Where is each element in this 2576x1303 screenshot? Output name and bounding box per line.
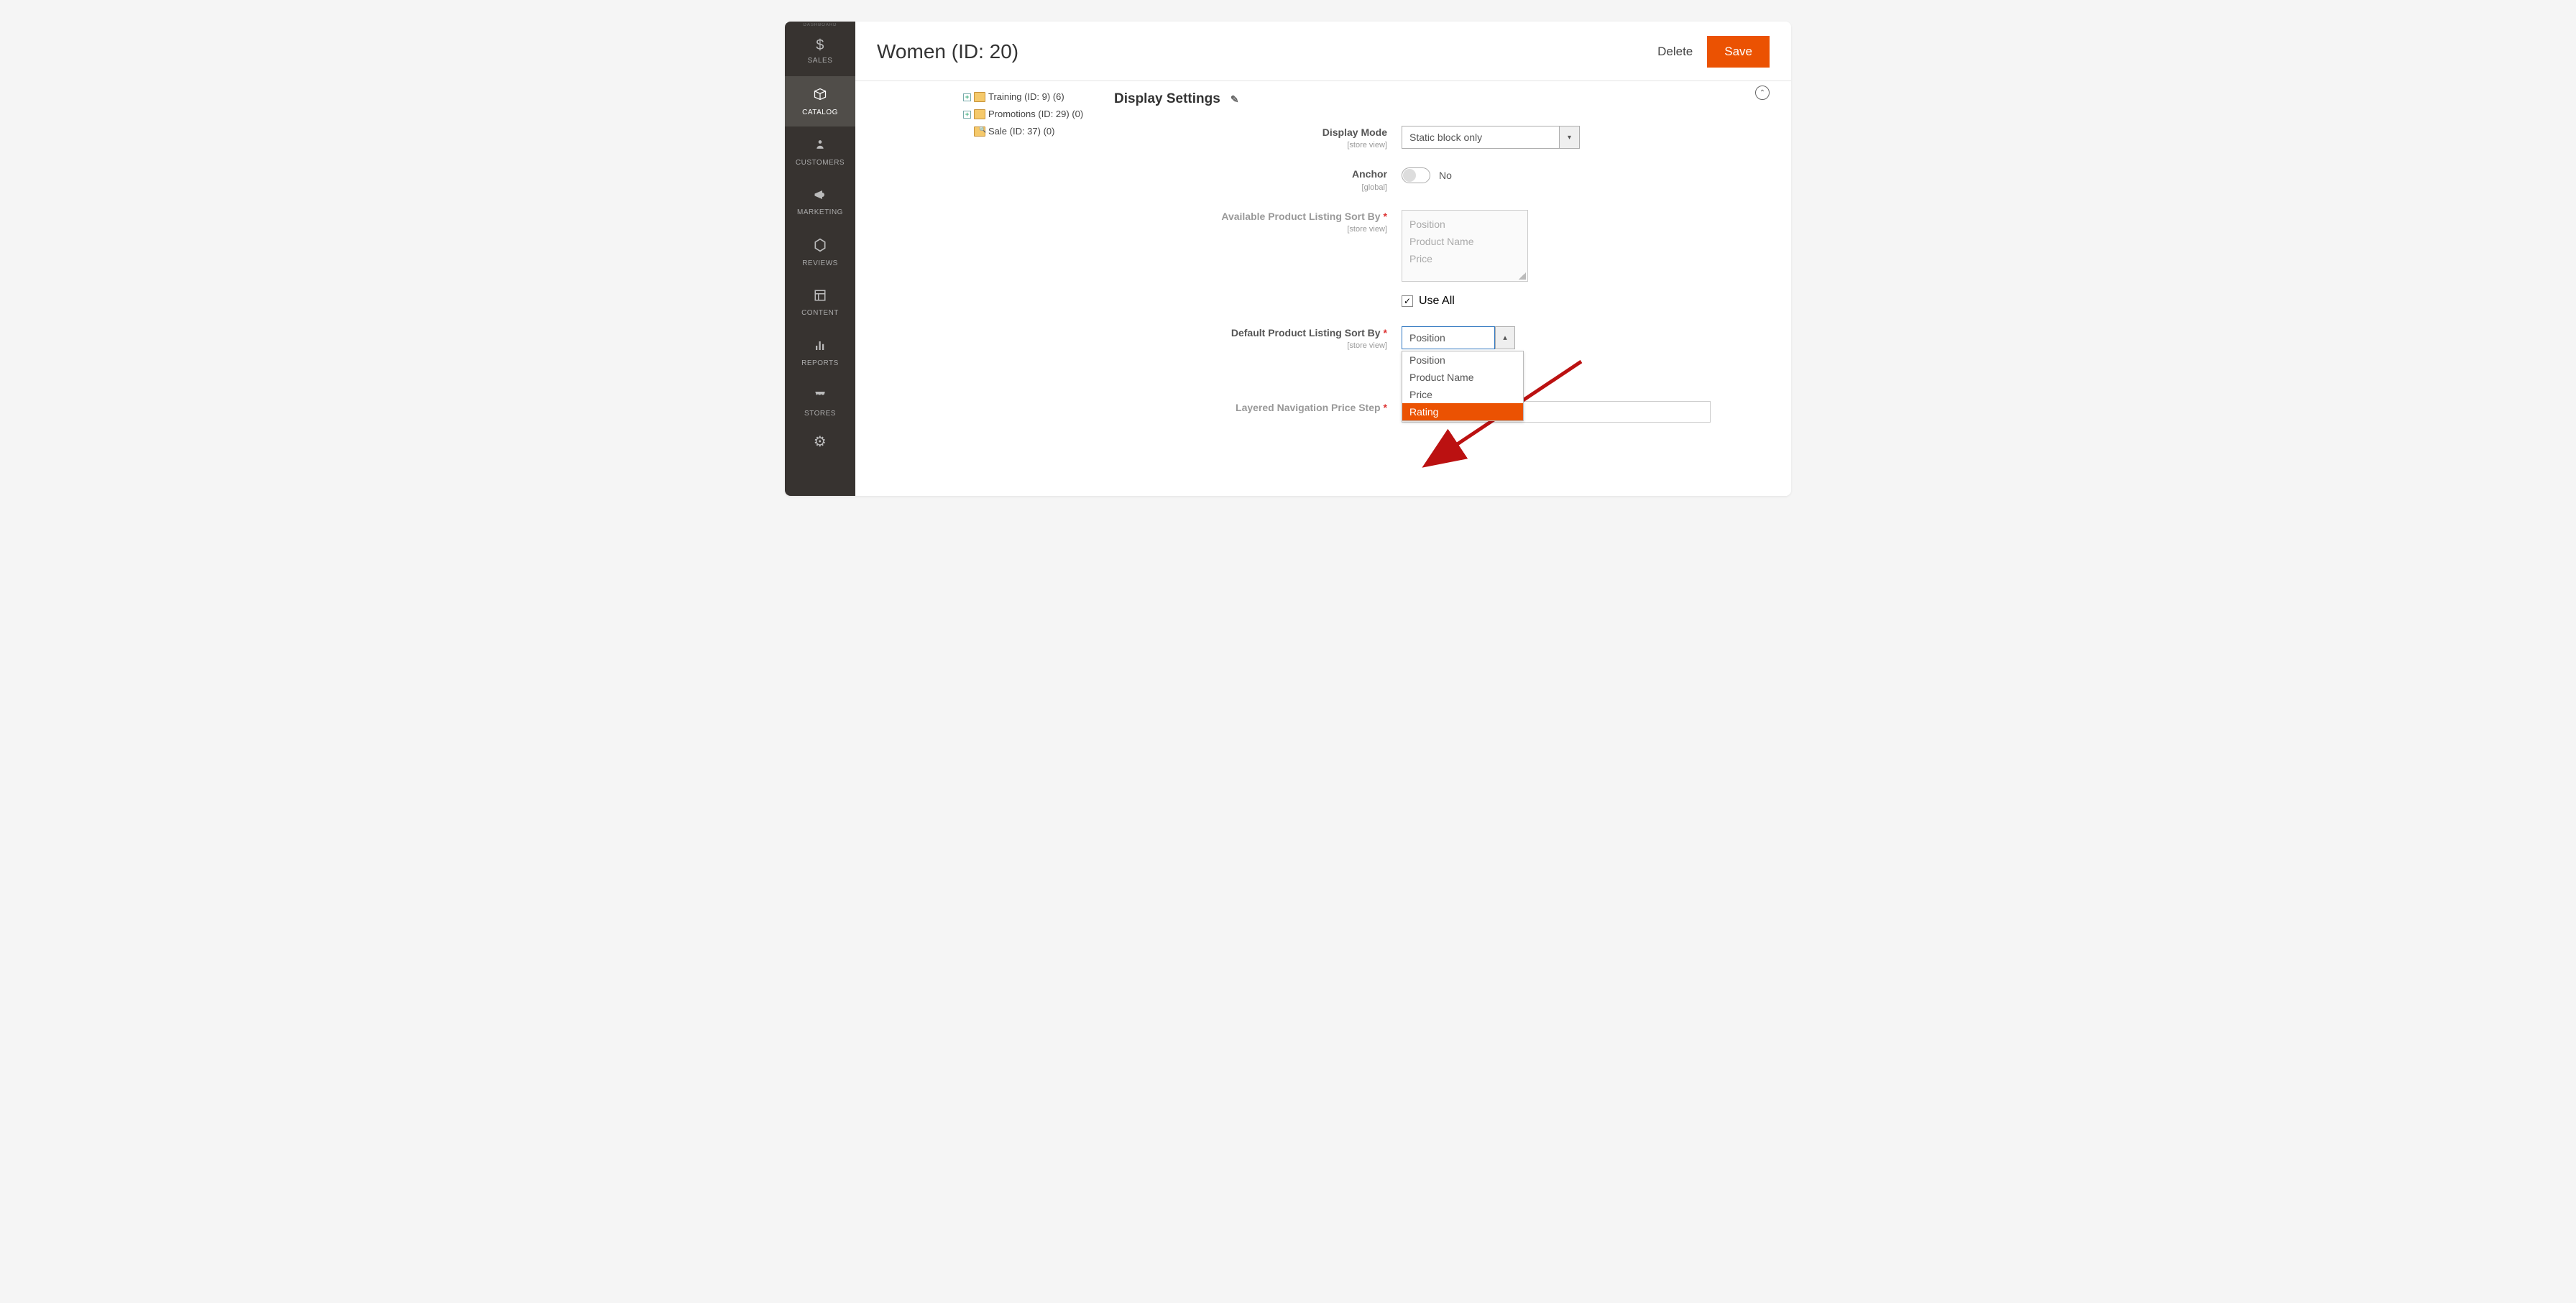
sidebar-item-system[interactable]: ⚙ xyxy=(785,428,855,457)
dropdown-option-position[interactable]: Position xyxy=(1402,351,1523,369)
folder-icon xyxy=(974,109,985,119)
admin-sidebar: DASHBOARD $ SALES CATALOG CUSTOMERS xyxy=(785,22,855,496)
sidebar-item-marketing[interactable]: MARKETING xyxy=(785,177,855,227)
chevron-up-icon[interactable] xyxy=(1495,326,1515,349)
label-default-sort: Default Product Listing Sort By xyxy=(1231,327,1381,339)
display-mode-select[interactable]: Static block only ▾ xyxy=(1402,126,1580,149)
delete-button[interactable]: Delete xyxy=(1657,45,1693,59)
available-sort-multiselect[interactable]: Position Product Name Price xyxy=(1402,210,1528,282)
box-icon xyxy=(812,87,828,106)
dollar-icon: $ xyxy=(816,37,824,54)
label-available-sort: Available Product Listing Sort By xyxy=(1221,211,1380,222)
tree-node-promotions[interactable]: + Promotions (ID: 29) (0) xyxy=(963,106,1107,123)
default-sort-select[interactable]: Position xyxy=(1402,326,1515,349)
tree-node-training[interactable]: + Training (ID: 9) (6) xyxy=(963,88,1107,106)
folder-icon xyxy=(974,126,985,137)
layout-icon xyxy=(813,289,827,306)
tree-node-sale[interactable]: Sale (ID: 37) (0) xyxy=(963,123,1107,140)
pencil-icon[interactable]: ✎ xyxy=(1230,93,1239,106)
label-price-step: Layered Navigation Price Step xyxy=(1236,402,1381,413)
hexagon-icon xyxy=(813,238,827,257)
sidebar-item-reports[interactable]: REPORTS xyxy=(785,328,855,378)
label-display-mode: Display Mode xyxy=(1322,126,1387,138)
folder-icon xyxy=(974,92,985,102)
gear-icon: ⚙ xyxy=(814,433,827,451)
label-anchor: Anchor xyxy=(1352,168,1387,180)
anchor-toggle[interactable] xyxy=(1402,167,1430,183)
dropdown-option-price[interactable]: Price xyxy=(1402,386,1523,403)
collapse-icon[interactable]: ⌃ xyxy=(1755,86,1770,100)
anchor-value: No xyxy=(1439,170,1452,181)
dropdown-option-rating[interactable]: Rating xyxy=(1402,403,1523,420)
sidebar-item-sales[interactable]: $ SALES xyxy=(785,26,855,76)
chevron-down-icon[interactable]: ▾ xyxy=(1560,126,1580,149)
storefront-icon xyxy=(812,390,828,407)
category-tree: + Training (ID: 9) (6) + Promotions (ID:… xyxy=(855,81,1114,496)
section-display-settings: Display Settings ✎ xyxy=(1114,91,1755,107)
barchart-icon xyxy=(813,339,827,356)
expand-icon[interactable]: + xyxy=(963,111,971,119)
sidebar-item-customers[interactable]: CUSTOMERS xyxy=(785,126,855,177)
page-header: Women (ID: 20) Delete Save xyxy=(855,22,1791,81)
save-button[interactable]: Save xyxy=(1707,36,1770,68)
dropdown-option-product-name[interactable]: Product Name xyxy=(1402,369,1523,386)
default-sort-dropdown: Position Product Name Price Rating xyxy=(1402,351,1524,421)
sidebar-item-reviews[interactable]: REVIEWS xyxy=(785,227,855,277)
use-all-checkbox[interactable]: ✓ xyxy=(1402,295,1413,307)
sidebar-item-content[interactable]: CONTENT xyxy=(785,277,855,328)
expand-icon[interactable]: + xyxy=(963,93,971,101)
page-title: Women (ID: 20) xyxy=(877,40,1018,63)
sidebar-item-stores[interactable]: STORES xyxy=(785,378,855,428)
sidebar-item-catalog[interactable]: CATALOG xyxy=(785,76,855,126)
megaphone-icon xyxy=(812,188,828,206)
label-use-all: Use All xyxy=(1419,295,1455,308)
person-icon xyxy=(815,137,825,156)
